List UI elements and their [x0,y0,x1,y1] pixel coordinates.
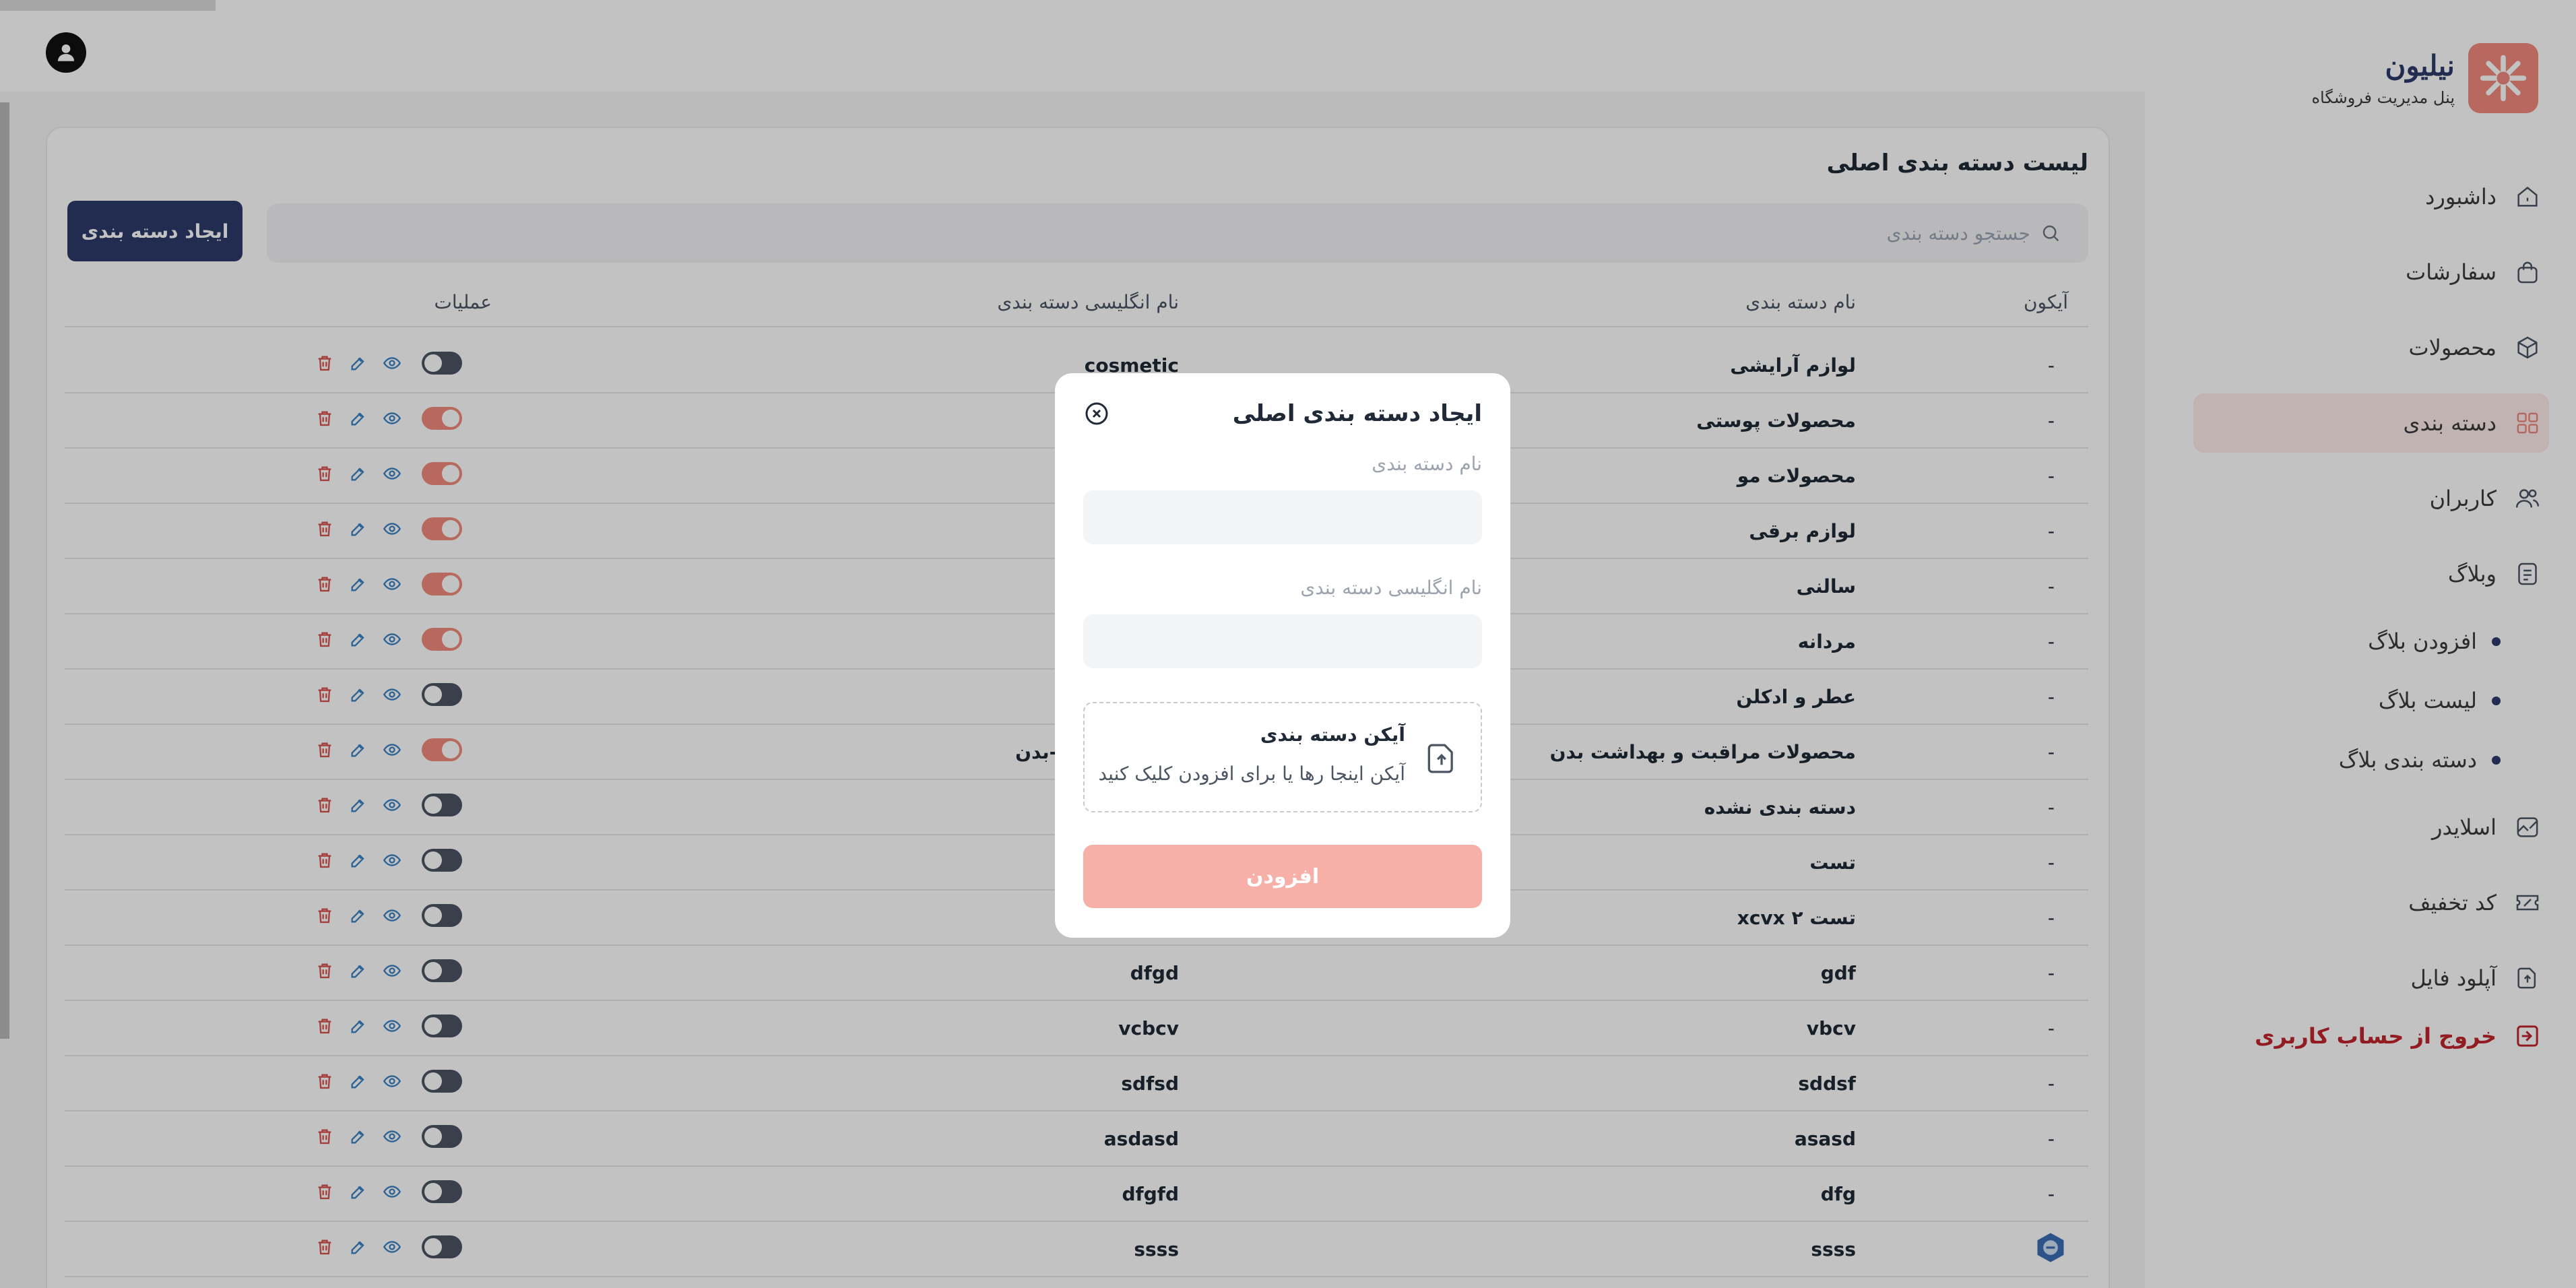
category-english-name-label: نام انگلیسی دسته بندی [1300,577,1482,599]
icon-upload-dropzone[interactable]: آیکن دسته بندی آیکن اینجا رها یا برای اف… [1083,702,1482,812]
upload-hint: آیکن اینجا رها یا برای افزودن کلیک کنید [1098,763,1405,785]
modal-title: ایجاد دسته بندی اصلی [1232,400,1482,427]
category-english-name-field[interactable] [1083,614,1482,668]
category-name-label: نام دسته بندی [1372,453,1482,475]
upload-title: آیکن دسته بندی [1260,723,1405,746]
add-button[interactable]: افزودن [1083,845,1482,908]
file-upload-icon [1427,744,1453,773]
page-scrollbar[interactable] [0,102,9,1039]
create-category-modal: ایجاد دسته بندی اصلی نام دسته بندی نام ا… [1055,373,1510,938]
close-icon[interactable] [1083,400,1110,427]
category-name-field[interactable] [1083,490,1482,544]
